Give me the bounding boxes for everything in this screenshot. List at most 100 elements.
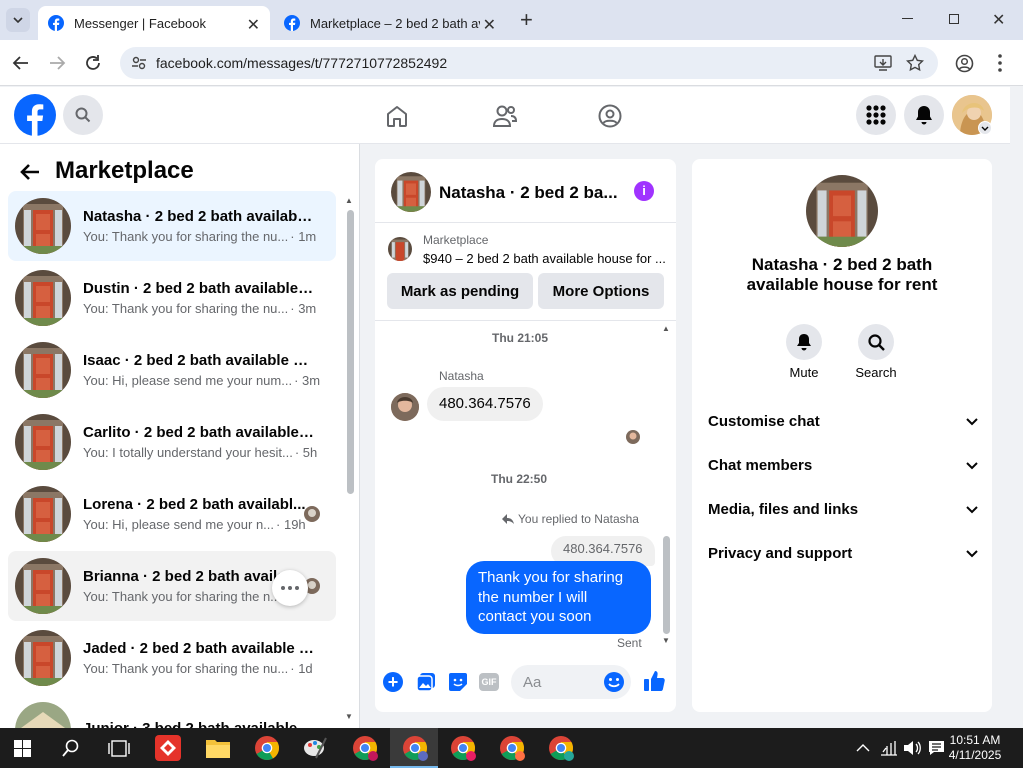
- listing-title[interactable]: $940 – 2 bed 2 bath available house for …: [423, 251, 666, 266]
- received-message[interactable]: 480.364.7576: [427, 387, 543, 421]
- scrollbar-thumb[interactable]: [347, 210, 354, 494]
- listing-label: Marketplace: [423, 233, 489, 247]
- facebook-logo-icon[interactable]: [14, 94, 56, 136]
- conversation-item[interactable]: Isaac · 2 bed 2 bath available ho... You:…: [8, 335, 336, 405]
- conversation-list-panel: Marketplace Natasha · 2 bed 2 bath avail…: [0, 144, 360, 728]
- chrome-profile-icon[interactable]: [547, 734, 575, 762]
- account-chevron[interactable]: [978, 121, 992, 135]
- chat-scrollbar[interactable]: ▲ ▼: [662, 324, 672, 649]
- tab-marketplace[interactable]: Marketplace – 2 bed 2 bath ava ✕: [274, 6, 506, 40]
- house-door-image: [391, 172, 431, 212]
- menu-button[interactable]: [856, 95, 896, 135]
- close-tab-icon[interactable]: ✕: [247, 15, 260, 35]
- search-icon: [75, 107, 91, 123]
- reload-button[interactable]: [84, 54, 102, 72]
- search-icon[interactable]: [62, 739, 80, 757]
- task-view-icon[interactable]: [108, 740, 130, 757]
- close-tab-icon[interactable]: ✕: [483, 15, 496, 35]
- house-door-image: [15, 630, 71, 686]
- conversation-name: Natasha · 2 bed 2 bath available...: [83, 208, 315, 225]
- more-menu-icon[interactable]: [998, 54, 1002, 72]
- conversation-item[interactable]: Lorena · 2 bed 2 bath availabl... You: Hi…: [8, 479, 336, 549]
- chrome-icon[interactable]: [253, 734, 281, 762]
- sticker-icon[interactable]: [448, 672, 468, 692]
- forward-button[interactable]: [48, 54, 66, 72]
- back-button[interactable]: [12, 54, 30, 72]
- info-menu-item[interactable]: Media, files and links: [708, 501, 978, 518]
- more-options-button[interactable]: More Options: [538, 273, 664, 309]
- info-avatar[interactable]: [806, 175, 878, 247]
- chat-avatar[interactable]: [391, 172, 431, 212]
- date-separator: Thu 22:50: [491, 472, 548, 486]
- input-placeholder: Aa: [523, 674, 542, 691]
- tab-search-button[interactable]: [6, 8, 30, 32]
- info-menu-item[interactable]: Chat members: [708, 457, 978, 474]
- chat-title[interactable]: Natasha · 2 bed 2 ba...: [439, 183, 618, 203]
- conversation-item[interactable]: Natasha · 2 bed 2 bath available... You: …: [8, 191, 336, 261]
- volume-icon[interactable]: [903, 740, 921, 756]
- conversation-text: Lorena · 2 bed 2 bath availabl... You: Hi…: [83, 496, 323, 532]
- conversation-item[interactable]: Junior · 3 bed 2 bath available h...: [8, 695, 336, 728]
- scrollbar-thumb[interactable]: [663, 536, 670, 634]
- profile-icon[interactable]: [955, 54, 974, 73]
- gif-icon[interactable]: GIF: [479, 673, 499, 691]
- friends-icon[interactable]: [492, 104, 518, 128]
- info-menu-item[interactable]: Privacy and support: [708, 545, 978, 562]
- sent-message[interactable]: Thank you for sharing the number I will …: [466, 561, 651, 634]
- restore-button[interactable]: [949, 14, 959, 24]
- house-door-image: [388, 237, 412, 261]
- conversation-item[interactable]: Dustin · 2 bed 2 bath available h... You:…: [8, 263, 336, 333]
- conversation-more-button[interactable]: [272, 570, 308, 606]
- info-menu-item[interactable]: Customise chat: [708, 413, 978, 430]
- list-scrollbar[interactable]: ▲ ▼: [345, 196, 354, 728]
- chevron-down-icon: [966, 461, 978, 469]
- site-settings-icon[interactable]: [132, 56, 146, 70]
- listing-thumbnail[interactable]: [388, 237, 412, 261]
- close-window-button[interactable]: ✕: [992, 10, 1005, 30]
- chrome-profile-icon[interactable]: [449, 734, 477, 762]
- conversation-preview-row: You: I totally understand your hesit... ·…: [83, 445, 323, 460]
- chrome-profile-icon[interactable]: [498, 734, 526, 762]
- new-tab-button[interactable]: +: [520, 9, 533, 31]
- address-bar[interactable]: facebook.com/messages/t/7772710772852492: [120, 47, 938, 79]
- anydesk-app-icon[interactable]: [155, 735, 181, 761]
- notifications-button[interactable]: [904, 95, 944, 135]
- paint-app-icon[interactable]: [302, 734, 330, 762]
- emoji-icon[interactable]: [603, 671, 625, 693]
- conversation-preview: You: Hi, please send me your num...: [83, 373, 293, 388]
- mark-as-pending-button[interactable]: Mark as pending: [387, 273, 533, 309]
- conversation-item[interactable]: Carlito · 2 bed 2 bath available h... You…: [8, 407, 336, 477]
- conversation-text: Jaded · 2 bed 2 bath available h... You: …: [83, 640, 323, 676]
- search-in-chat-button[interactable]: [858, 324, 894, 360]
- minimize-button[interactable]: [902, 18, 913, 19]
- conversation-text: Isaac · 2 bed 2 bath available ho... You:…: [83, 352, 323, 388]
- active-chrome-window[interactable]: [390, 728, 438, 768]
- info-icon[interactable]: i: [634, 181, 654, 201]
- clock[interactable]: 10:51 AM 4/11/2025: [945, 733, 1005, 763]
- file-explorer-icon[interactable]: [205, 736, 233, 764]
- bookmark-star-icon[interactable]: [906, 54, 924, 72]
- windows-start-icon[interactable]: [14, 740, 31, 757]
- info-menu-label: Privacy and support: [708, 545, 853, 562]
- plus-icon[interactable]: +: [383, 672, 403, 692]
- chrome-profile-icon[interactable]: [351, 734, 379, 762]
- date-separator: Thu 21:05: [492, 331, 549, 345]
- url-text: facebook.com/messages/t/7772710772852492: [156, 55, 448, 71]
- chevron-up-icon[interactable]: [856, 743, 870, 752]
- thumbs-up-icon[interactable]: [643, 670, 665, 692]
- install-app-icon[interactable]: [874, 55, 892, 71]
- conversation-item[interactable]: Jaded · 2 bed 2 bath available h... You: …: [8, 623, 336, 693]
- network-icon[interactable]: [880, 740, 898, 756]
- sender-avatar[interactable]: [391, 393, 419, 421]
- notification-center-icon[interactable]: [928, 740, 945, 756]
- photo-icon[interactable]: [416, 672, 436, 692]
- mute-button[interactable]: [786, 324, 822, 360]
- tab-messenger[interactable]: Messenger | Facebook ✕: [38, 6, 270, 40]
- chrome-logo-icon: [549, 736, 574, 761]
- house-exterior-image: [15, 702, 71, 728]
- home-icon[interactable]: [385, 104, 409, 128]
- search-button[interactable]: [63, 95, 103, 135]
- back-arrow-icon[interactable]: [20, 163, 40, 181]
- message-input[interactable]: Aa: [511, 665, 631, 699]
- groups-icon[interactable]: [598, 104, 622, 128]
